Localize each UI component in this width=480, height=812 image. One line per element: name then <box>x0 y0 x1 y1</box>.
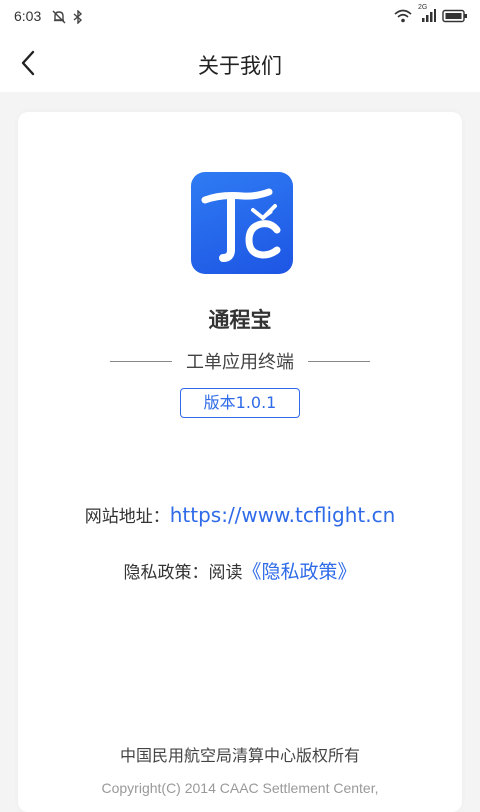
privacy-label: 隐私政策：阅读 <box>123 563 243 583</box>
page-title: 关于我们 <box>198 54 282 78</box>
status-bar: 6:03 2G <box>0 0 480 34</box>
battery-icon <box>442 8 468 27</box>
about-card: 通程宝 工单应用终端 版本1.0.1 网站地址：https://www.tcfl… <box>18 112 462 812</box>
app-header: 关于我们 <box>0 34 480 92</box>
subtitle-row: 工单应用终端 <box>18 348 462 374</box>
app-name: 通程宝 <box>208 308 272 332</box>
divider-right <box>308 360 370 362</box>
divider-left <box>110 360 172 362</box>
privacy-policy-link[interactable]: 《隐私政策》 <box>242 561 356 583</box>
version-badge: 版本1.0.1 <box>180 388 300 418</box>
bluetooth-icon <box>72 9 84 28</box>
copyright-cn: 中国民用航空局清算中心版权所有 <box>119 746 360 765</box>
app-subtitle: 工单应用终端 <box>186 352 294 373</box>
website-label: 网站地址： <box>84 507 170 527</box>
privacy-row: 隐私政策：阅读《隐私政策》 <box>18 557 462 584</box>
status-left-icons <box>52 9 84 28</box>
network-type-label: 2G <box>418 4 428 11</box>
alarm-off-icon <box>52 9 66 28</box>
status-time: 6:03 <box>14 8 42 24</box>
signal-icon: 2G <box>418 4 436 27</box>
wifi-icon <box>394 8 412 27</box>
website-row: 网站地址：https://www.tcflight.cn <box>18 502 462 527</box>
copyright-en: Copyright(C) 2014 CAAC Settlement Center… <box>101 780 379 796</box>
app-logo <box>191 172 293 274</box>
status-right-icons: 2G <box>394 4 468 27</box>
app-logo-mark <box>201 188 281 262</box>
website-link[interactable]: https://www.tcflight.cn <box>170 503 396 527</box>
